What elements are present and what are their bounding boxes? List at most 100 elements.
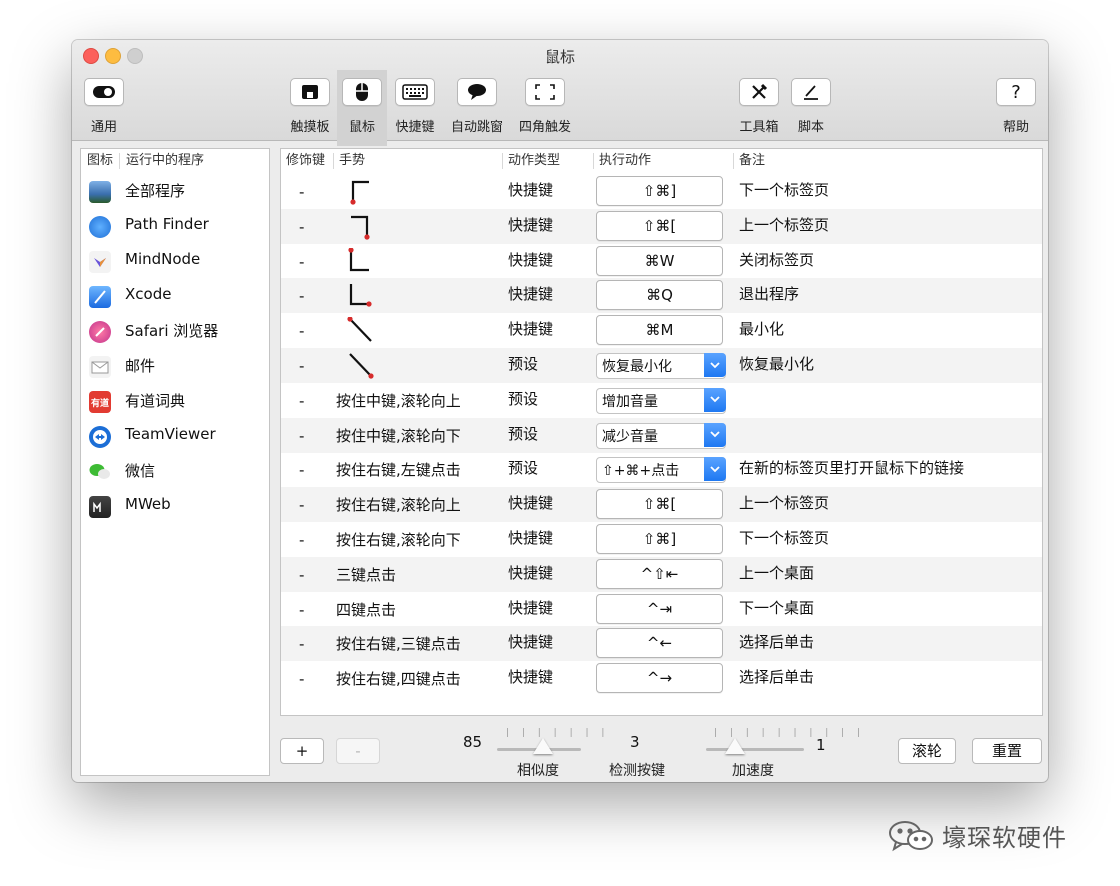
action-type-cell: 快捷键 — [508, 529, 554, 547]
tab-general[interactable]: 通用 — [82, 78, 126, 135]
table-row[interactable]: - 按住中键,滚轮向下 预设 减少音量 — [281, 417, 1042, 453]
modifier-cell: - — [299, 496, 305, 515]
acceleration-slider[interactable] — [706, 748, 804, 751]
mouse-icon — [342, 78, 382, 106]
column-divider — [502, 153, 503, 169]
app-list-item[interactable]: Safari 浏览器 — [81, 313, 269, 348]
table-row[interactable]: - 三键点击 快捷键 ^⇧⇤ 上一个桌面 — [281, 556, 1042, 592]
table-row[interactable]: - 按住右键,滚轮向上 快捷键 ⇧⌘[上一个标签页 — [281, 487, 1042, 523]
action-type-cell: 快捷键 — [508, 215, 554, 234]
table-row[interactable]: - 按住右键,四键点击 快捷键 ^→ 选择后单击 — [281, 661, 1042, 696]
similarity-value: 85 — [463, 733, 483, 751]
table-row[interactable]: - 按住右键,三键点击 快捷键 ^← 选择后单击 — [281, 626, 1042, 662]
shortcut-record-button[interactable]: ⇧⌘] — [596, 524, 723, 554]
tab-shortcut[interactable]: 快捷键 — [391, 78, 439, 135]
table-row[interactable]: - 快捷键 ⌘Q 退出程序 — [281, 278, 1042, 314]
table-row[interactable]: - 四键点击 快捷键 ^⇥ 下一个桌面 — [281, 592, 1042, 627]
app-list-item[interactable]: TeamViewer — [81, 418, 269, 453]
gesture-stroke-icon — [349, 353, 374, 379]
tab-help[interactable]: ? 帮助 — [996, 78, 1036, 135]
table-row[interactable]: - 快捷键 ⌘W 关闭标签页 — [281, 244, 1042, 279]
tab-trackpad[interactable]: 触摸板 — [286, 78, 334, 135]
table-row[interactable]: - 按住右键,滚轮向下 快捷键 ⇧⌘] 下一个标签页 — [281, 522, 1042, 557]
app-name: Xcode — [125, 285, 172, 303]
similarity-slider-knob[interactable] — [533, 738, 554, 754]
add-button[interactable]: + — [280, 738, 324, 764]
running-apps-list: 图标 运行中的程序 全部程序 Path Finder MindNode Xcode Sa… — [80, 148, 270, 776]
tools-icon — [739, 78, 779, 106]
table-row[interactable]: - 快捷键 ⌘M 最小化 — [281, 313, 1042, 348]
shortcut-record-button[interactable]: ⇧⌘[ — [596, 210, 723, 241]
toolbar: 鼠标 通用 触摸板 鼠标 快捷键 自动跳窗 四角触发 工具箱 脚本 ? 帮助 — [72, 40, 1048, 146]
gesture-cell: 按住右键,四键点击 — [336, 670, 461, 689]
app-list-item[interactable]: 邮件 — [81, 348, 269, 383]
chevron-down-icon — [704, 353, 726, 377]
speech-bubble-icon — [457, 78, 497, 106]
note-cell: 下一个标签页 — [739, 181, 830, 199]
action-type-cell: 快捷键 — [508, 181, 554, 199]
chevron-down-icon — [704, 387, 726, 412]
gesture-cell: 按住右键,左键点击 — [336, 461, 461, 480]
gesture-cell: 按住中键,滚轮向上 — [336, 391, 461, 410]
shortcut-record-button[interactable]: ^→ — [596, 663, 723, 694]
action-preset-value: ⇧+⌘+点击 — [602, 463, 680, 480]
modifier-cell: - — [299, 322, 305, 341]
app-list-item[interactable]: 全部程序 — [81, 173, 269, 208]
action-preset-select[interactable]: ⇧+⌘+点击 — [596, 457, 726, 484]
table-row[interactable]: - 预设 恢复最小化 恢复最小化 — [281, 348, 1042, 383]
tab-auto-popup[interactable]: 自动跳窗 — [446, 78, 508, 135]
column-divider — [593, 153, 594, 169]
gesture-cell: 按住中键,滚轮向下 — [336, 426, 461, 445]
app-name: Path Finder — [125, 215, 209, 233]
table-row[interactable]: - 快捷键 ⇧⌘[上一个标签页 — [281, 208, 1042, 244]
tab-toolbox[interactable]: 工具箱 — [735, 78, 783, 135]
table-row[interactable]: - 按住中键,滚轮向上 预设 增加音量 — [281, 383, 1042, 418]
note-cell: 选择后单击 — [739, 668, 815, 687]
shortcut-record-button[interactable]: ⌘W — [596, 245, 723, 276]
action-preset-value: 减少音量 — [602, 428, 658, 445]
acceleration-label: 加速度 — [732, 763, 774, 779]
shortcut-record-button[interactable]: ^← — [596, 628, 723, 659]
path-finder-icon — [89, 216, 111, 238]
app-list-item[interactable]: MindNode — [81, 243, 269, 278]
column-header-modifier: 修饰键 — [286, 153, 326, 168]
tab-script[interactable]: 脚本 — [789, 78, 833, 135]
column-header-icon: 图标 — [87, 153, 114, 168]
app-list-item[interactable]: 微信 — [81, 453, 269, 488]
action-preset-select[interactable]: 减少音量 — [596, 422, 726, 449]
wechat-watermark-icon — [889, 820, 933, 851]
modifier-cell: - — [299, 183, 305, 201]
gesture-cell: 按住右键,滚轮向上 — [336, 496, 461, 515]
action-type-cell: 快捷键 — [508, 250, 554, 269]
column-divider — [333, 153, 334, 169]
shortcut-record-button[interactable]: ^⇥ — [596, 593, 723, 624]
app-list-item[interactable]: Path Finder — [81, 208, 269, 243]
app-list-item[interactable]: Xcode — [81, 278, 269, 313]
acceleration-slider-knob[interactable] — [725, 738, 746, 754]
watermark: 壕琛软硬件 — [888, 818, 1067, 853]
teamviewer-icon — [89, 426, 111, 448]
action-preset-select[interactable]: 增加音量 — [596, 387, 726, 414]
remove-button[interactable]: - — [336, 738, 380, 764]
app-list-item[interactable]: 有道 有道词典 — [81, 383, 269, 418]
tab-corner[interactable]: 四角触发 — [514, 78, 576, 135]
note-cell: 下一个桌面 — [739, 598, 815, 617]
shortcut-record-button[interactable]: ⌘Q — [596, 280, 723, 311]
app-icon-text: 有道 — [90, 398, 109, 409]
mindnode-icon — [89, 251, 111, 273]
shortcut-record-button[interactable]: ⇧⌘] — [596, 176, 723, 206]
app-list-item[interactable]: MWeb — [81, 488, 269, 523]
shortcut-record-button[interactable]: ⌘M — [596, 315, 723, 346]
action-type-cell: 快捷键 — [508, 563, 554, 582]
scroll-button[interactable]: 滚轮 — [898, 738, 956, 764]
table-row[interactable]: - 快捷键 ⇧⌘] 下一个标签页 — [281, 174, 1042, 209]
shortcut-record-button[interactable]: ⇧⌘[ — [596, 489, 723, 520]
shortcut-record-button[interactable]: ^⇧⇤ — [596, 558, 723, 589]
gesture-stroke-icon — [351, 215, 370, 240]
modifier-cell: - — [299, 461, 305, 480]
reset-button[interactable]: 重置 — [972, 738, 1042, 764]
tab-mouse[interactable]: 鼠标 — [337, 70, 387, 146]
column-divider — [119, 153, 120, 169]
table-row[interactable]: - 按住右键,左键点击 预设 ⇧+⌘+点击 在新的标签页里打开鼠标下的链接 — [281, 452, 1042, 487]
action-preset-select[interactable]: 恢复最小化 — [596, 353, 726, 379]
